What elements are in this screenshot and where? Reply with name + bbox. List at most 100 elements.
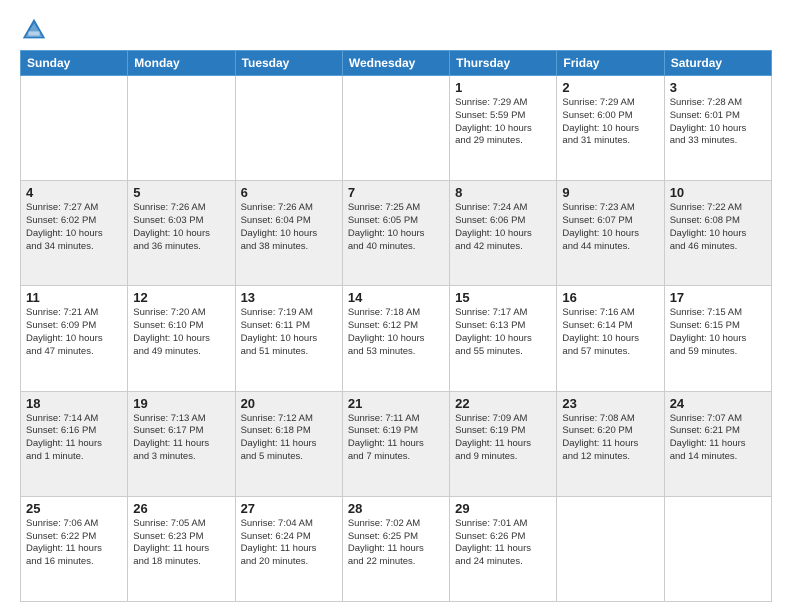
calendar-cell: 24 Sunrise: 7:07 AM Sunset: 6:21 PM Dayli…: [664, 391, 771, 496]
calendar-cell: 8Sunrise: 7:24 AM Sunset: 6:06 PM Daylig…: [450, 181, 557, 286]
calendar-cell: 28 Sunrise: 7:02 AM Sunset: 6:25 PM Dayli…: [342, 496, 449, 601]
calendar-cell: [128, 76, 235, 181]
calendar-cell: 22 Sunrise: 7:09 AM Sunset: 6:19 PM Dayli…: [450, 391, 557, 496]
calendar-cell: 5 Sunrise: 7:26 AM Sunset: 6:03 PM Daylig…: [128, 181, 235, 286]
calendar-cell: 18Sunrise: 7:14 AM Sunset: 6:16 PM Dayli…: [21, 391, 128, 496]
day-number: 28: [348, 501, 444, 516]
calendar-cell: [235, 76, 342, 181]
day-info: Sunrise: 7:19 AM Sunset: 6:11 PM Dayligh…: [241, 307, 337, 358]
calendar-cell: 25Sunrise: 7:06 AM Sunset: 6:22 PM Dayli…: [21, 496, 128, 601]
day-number: 13: [241, 290, 337, 305]
calendar-day-header: Friday: [557, 51, 664, 76]
day-info: Sunrise: 7:13 AM Sunset: 6:17 PM Dayligh…: [133, 413, 229, 464]
day-info: Sunrise: 7:09 AM Sunset: 6:19 PM Dayligh…: [455, 413, 551, 464]
day-info: Sunrise: 7:24 AM Sunset: 6:06 PM Dayligh…: [455, 202, 551, 253]
day-info: Sunrise: 7:26 AM Sunset: 6:03 PM Dayligh…: [133, 202, 229, 253]
calendar-day-header: Sunday: [21, 51, 128, 76]
calendar-cell: 12 Sunrise: 7:20 AM Sunset: 6:10 PM Dayli…: [128, 286, 235, 391]
day-info: Sunrise: 7:15 AM Sunset: 6:15 PM Dayligh…: [670, 307, 766, 358]
day-info: Sunrise: 7:20 AM Sunset: 6:10 PM Dayligh…: [133, 307, 229, 358]
calendar-cell: 10 Sunrise: 7:22 AM Sunset: 6:08 PM Dayli…: [664, 181, 771, 286]
calendar-day-header: Monday: [128, 51, 235, 76]
day-info: Sunrise: 7:22 AM Sunset: 6:08 PM Dayligh…: [670, 202, 766, 253]
day-number: 11: [26, 290, 122, 305]
day-number: 9: [562, 185, 658, 200]
calendar-cell: 9 Sunrise: 7:23 AM Sunset: 6:07 PM Daylig…: [557, 181, 664, 286]
calendar-cell: 3 Sunrise: 7:28 AM Sunset: 6:01 PM Daylig…: [664, 76, 771, 181]
calendar-cell: [21, 76, 128, 181]
day-number: 6: [241, 185, 337, 200]
day-number: 23: [562, 396, 658, 411]
day-info: Sunrise: 7:16 AM Sunset: 6:14 PM Dayligh…: [562, 307, 658, 358]
day-number: 22: [455, 396, 551, 411]
calendar-cell: 13 Sunrise: 7:19 AM Sunset: 6:11 PM Dayli…: [235, 286, 342, 391]
day-info: Sunrise: 7:01 AM Sunset: 6:26 PM Dayligh…: [455, 518, 551, 569]
calendar-week-row: 1Sunrise: 7:29 AM Sunset: 5:59 PM Daylig…: [21, 76, 772, 181]
day-number: 2: [562, 80, 658, 95]
day-number: 29: [455, 501, 551, 516]
day-number: 20: [241, 396, 337, 411]
calendar-day-header: Wednesday: [342, 51, 449, 76]
day-number: 3: [670, 80, 766, 95]
day-info: Sunrise: 7:23 AM Sunset: 6:07 PM Dayligh…: [562, 202, 658, 253]
calendar-table: SundayMondayTuesdayWednesdayThursdayFrid…: [20, 50, 772, 602]
day-info: Sunrise: 7:14 AM Sunset: 6:16 PM Dayligh…: [26, 413, 122, 464]
day-info: Sunrise: 7:18 AM Sunset: 6:12 PM Dayligh…: [348, 307, 444, 358]
calendar-cell: 26Sunrise: 7:05 AM Sunset: 6:23 PM Dayli…: [128, 496, 235, 601]
day-info: Sunrise: 7:11 AM Sunset: 6:19 PM Dayligh…: [348, 413, 444, 464]
page: SundayMondayTuesdayWednesdayThursdayFrid…: [0, 0, 792, 612]
day-number: 15: [455, 290, 551, 305]
logo: [20, 16, 53, 44]
calendar-cell: 23 Sunrise: 7:08 AM Sunset: 6:20 PM Dayli…: [557, 391, 664, 496]
day-number: 16: [562, 290, 658, 305]
day-number: 27: [241, 501, 337, 516]
day-number: 12: [133, 290, 229, 305]
day-info: Sunrise: 7:29 AM Sunset: 6:00 PM Dayligh…: [562, 97, 658, 148]
calendar-cell: 17Sunrise: 7:15 AM Sunset: 6:15 PM Dayli…: [664, 286, 771, 391]
calendar-day-header: Thursday: [450, 51, 557, 76]
day-number: 19: [133, 396, 229, 411]
calendar-day-header: Tuesday: [235, 51, 342, 76]
calendar-cell: 1Sunrise: 7:29 AM Sunset: 5:59 PM Daylig…: [450, 76, 557, 181]
calendar-day-header: Saturday: [664, 51, 771, 76]
calendar-cell: 11 Sunrise: 7:21 AM Sunset: 6:09 PM Dayli…: [21, 286, 128, 391]
day-number: 1: [455, 80, 551, 95]
calendar-week-row: 11 Sunrise: 7:21 AM Sunset: 6:09 PM Dayli…: [21, 286, 772, 391]
calendar-cell: 4 Sunrise: 7:27 AM Sunset: 6:02 PM Daylig…: [21, 181, 128, 286]
day-info: Sunrise: 7:21 AM Sunset: 6:09 PM Dayligh…: [26, 307, 122, 358]
calendar-week-row: 4 Sunrise: 7:27 AM Sunset: 6:02 PM Daylig…: [21, 181, 772, 286]
calendar-cell: [664, 496, 771, 601]
day-info: Sunrise: 7:28 AM Sunset: 6:01 PM Dayligh…: [670, 97, 766, 148]
day-info: Sunrise: 7:27 AM Sunset: 6:02 PM Dayligh…: [26, 202, 122, 253]
calendar-cell: [342, 76, 449, 181]
day-number: 10: [670, 185, 766, 200]
calendar-header-row: SundayMondayTuesdayWednesdayThursdayFrid…: [21, 51, 772, 76]
day-number: 4: [26, 185, 122, 200]
day-info: Sunrise: 7:04 AM Sunset: 6:24 PM Dayligh…: [241, 518, 337, 569]
day-number: 14: [348, 290, 444, 305]
day-info: Sunrise: 7:25 AM Sunset: 6:05 PM Dayligh…: [348, 202, 444, 253]
logo-icon: [20, 16, 48, 44]
calendar-cell: 21Sunrise: 7:11 AM Sunset: 6:19 PM Dayli…: [342, 391, 449, 496]
day-number: 24: [670, 396, 766, 411]
day-number: 5: [133, 185, 229, 200]
calendar-week-row: 18Sunrise: 7:14 AM Sunset: 6:16 PM Dayli…: [21, 391, 772, 496]
day-info: Sunrise: 7:07 AM Sunset: 6:21 PM Dayligh…: [670, 413, 766, 464]
calendar-cell: 27 Sunrise: 7:04 AM Sunset: 6:24 PM Dayli…: [235, 496, 342, 601]
calendar-cell: 2 Sunrise: 7:29 AM Sunset: 6:00 PM Daylig…: [557, 76, 664, 181]
calendar-cell: 7 Sunrise: 7:25 AM Sunset: 6:05 PM Daylig…: [342, 181, 449, 286]
calendar-cell: 16 Sunrise: 7:16 AM Sunset: 6:14 PM Dayli…: [557, 286, 664, 391]
day-info: Sunrise: 7:08 AM Sunset: 6:20 PM Dayligh…: [562, 413, 658, 464]
calendar-cell: 20Sunrise: 7:12 AM Sunset: 6:18 PM Dayli…: [235, 391, 342, 496]
header: [20, 16, 772, 44]
calendar-cell: 14 Sunrise: 7:18 AM Sunset: 6:12 PM Dayli…: [342, 286, 449, 391]
day-info: Sunrise: 7:06 AM Sunset: 6:22 PM Dayligh…: [26, 518, 122, 569]
day-number: 7: [348, 185, 444, 200]
day-info: Sunrise: 7:02 AM Sunset: 6:25 PM Dayligh…: [348, 518, 444, 569]
calendar-cell: 15 Sunrise: 7:17 AM Sunset: 6:13 PM Dayli…: [450, 286, 557, 391]
day-info: Sunrise: 7:17 AM Sunset: 6:13 PM Dayligh…: [455, 307, 551, 358]
calendar-cell: 6Sunrise: 7:26 AM Sunset: 6:04 PM Daylig…: [235, 181, 342, 286]
calendar-cell: 19 Sunrise: 7:13 AM Sunset: 6:17 PM Dayli…: [128, 391, 235, 496]
calendar-week-row: 25Sunrise: 7:06 AM Sunset: 6:22 PM Dayli…: [21, 496, 772, 601]
day-info: Sunrise: 7:05 AM Sunset: 6:23 PM Dayligh…: [133, 518, 229, 569]
